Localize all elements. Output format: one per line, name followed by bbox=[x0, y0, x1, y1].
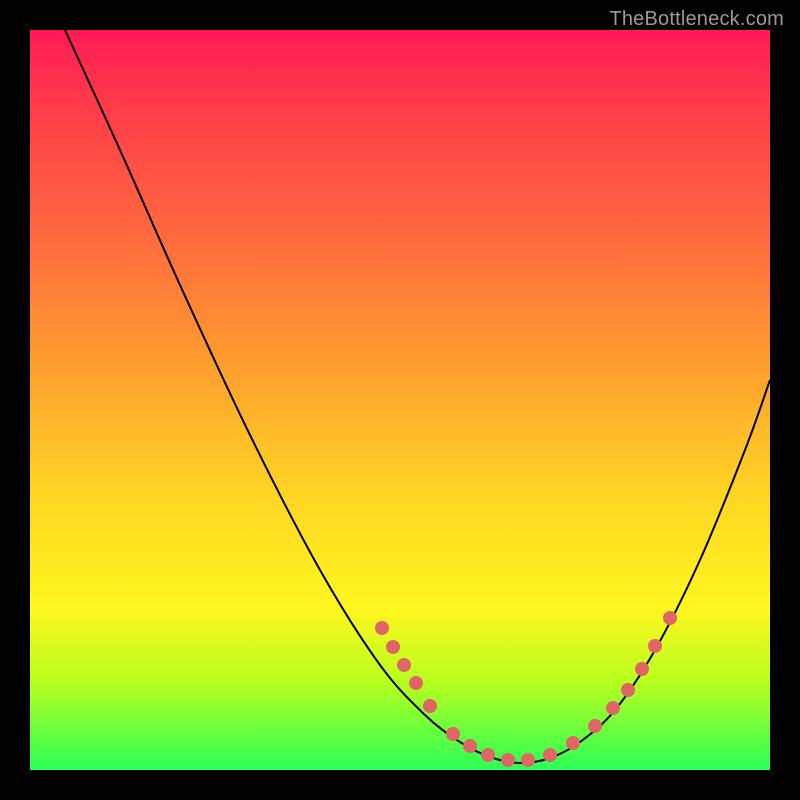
curve-marker bbox=[606, 701, 620, 715]
curve-marker bbox=[566, 736, 580, 750]
plot-area bbox=[30, 30, 770, 770]
curve-marker bbox=[375, 621, 389, 635]
curve-marker bbox=[386, 640, 400, 654]
curve-marker bbox=[397, 658, 411, 672]
bottleneck-curve bbox=[65, 30, 770, 763]
curve-marker bbox=[663, 611, 677, 625]
curve-marker bbox=[423, 699, 437, 713]
curve-marker bbox=[621, 683, 635, 697]
curve-marker bbox=[543, 748, 557, 762]
curve-marker bbox=[648, 639, 662, 653]
chart-frame: TheBottleneck.com bbox=[0, 0, 800, 800]
curve-marker bbox=[501, 753, 515, 767]
curve-marker bbox=[635, 662, 649, 676]
curve-markers bbox=[375, 611, 677, 767]
watermark-text: TheBottleneck.com bbox=[609, 8, 784, 31]
curve-marker bbox=[446, 727, 460, 741]
chart-svg bbox=[30, 30, 770, 770]
curve-marker bbox=[409, 676, 423, 690]
curve-marker bbox=[521, 753, 535, 767]
curve-marker bbox=[463, 739, 477, 753]
curve-marker bbox=[588, 719, 602, 733]
curve-marker bbox=[481, 748, 495, 762]
